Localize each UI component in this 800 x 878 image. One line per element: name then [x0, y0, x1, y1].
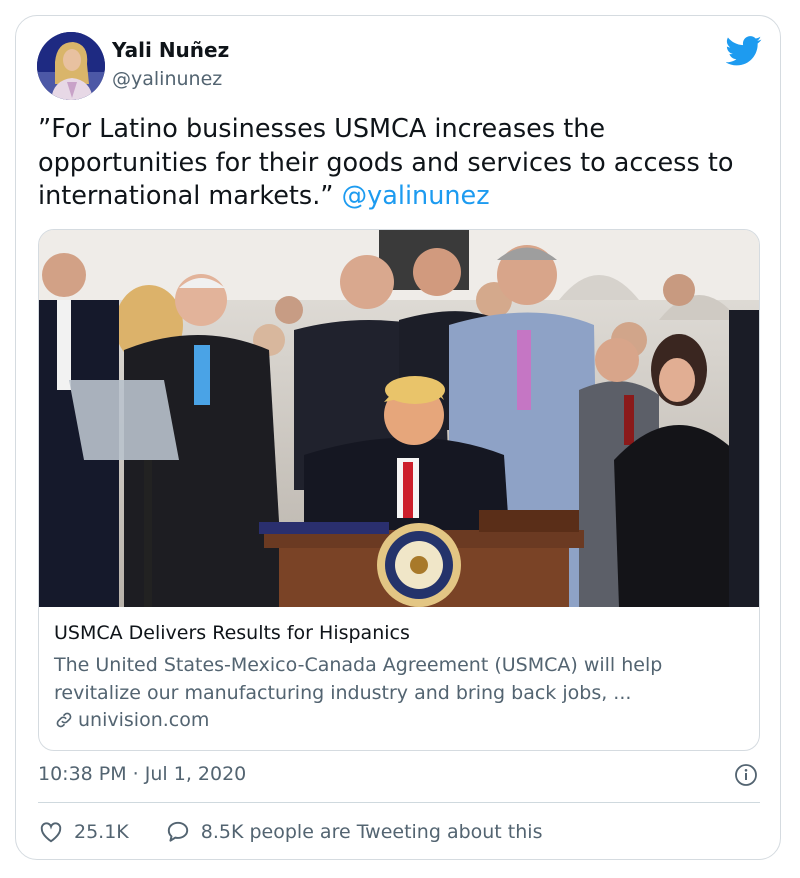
profile-photo	[37, 32, 105, 100]
author-display-name[interactable]: Yali Nuñez	[112, 38, 229, 62]
tweet-text-block: ”For Latino businesses USMCA increases t…	[38, 113, 758, 214]
speech-bubble-icon	[167, 821, 188, 842]
link-card-domain[interactable]: univision.com	[78, 709, 209, 731]
twitter-bird-icon[interactable]	[726, 36, 762, 66]
like-button[interactable]: 25.1K	[38, 819, 129, 845]
author-handle[interactable]: @yalinunez	[112, 68, 222, 90]
tweet-actions-bar: 25.1K 8.5K people are Tweeting about thi…	[38, 819, 542, 845]
reply-conversation-link[interactable]: 8.5K people are Tweeting about this	[165, 819, 543, 845]
divider	[38, 802, 760, 803]
tweet-mention-link[interactable]: @yalinunez	[342, 181, 490, 211]
heart-icon	[40, 822, 62, 843]
link-card-description-line: The United States-Mexico-Canada Agreemen…	[54, 654, 663, 676]
link-card-title[interactable]: USMCA Delivers Results for Hispanics	[54, 622, 410, 644]
like-count: 25.1K	[74, 821, 129, 843]
link-card-domain-row[interactable]: univision.com	[54, 709, 209, 731]
tweet-timestamp[interactable]: 10:38 PM · Jul 1, 2020	[38, 763, 246, 785]
link-card-description-line: revitalize our manufacturing industry an…	[54, 682, 632, 704]
link-preview-card[interactable]: USMCA Delivers Results for Hispanics The…	[38, 229, 760, 751]
link-icon	[56, 712, 72, 728]
info-icon[interactable]	[734, 763, 758, 787]
photo-usmca-signing	[39, 230, 759, 607]
tweet-embed-card[interactable]: Yali Nuñez @yalinunez ”For Latino busine…	[15, 15, 781, 860]
author-avatar[interactable]	[37, 32, 105, 100]
tweeting-about-text: 8.5K people are Tweeting about this	[200, 821, 543, 843]
link-card-description: The United States-Mexico-Canada Agreemen…	[54, 651, 744, 707]
